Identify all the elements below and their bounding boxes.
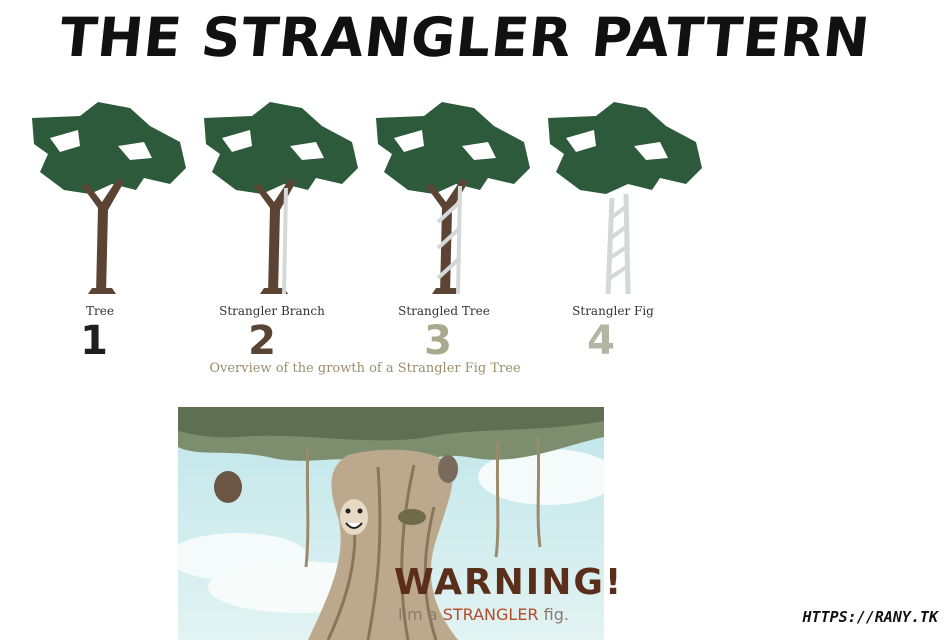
warning-heading: WARNING! xyxy=(394,562,624,603)
warning-subtitle: I'm a STRANGLER fig. xyxy=(398,605,569,624)
page-title: THE STRANGLER PATTERN xyxy=(56,6,874,69)
warning-subtitle-prefix: I'm a xyxy=(398,605,443,624)
stage-4-label: Strangler Fig xyxy=(572,304,654,318)
tree-stage-4-illustration xyxy=(548,102,702,295)
tree-stage-1-illustration xyxy=(32,102,186,294)
warning-subtitle-highlight: STRANGLER xyxy=(442,605,539,624)
figure-caption: Overview of the growth of a Strangler Fi… xyxy=(209,361,521,376)
source-url-link[interactable]: HTTPS://RANY.TK xyxy=(803,608,938,626)
tree-stage-2-illustration xyxy=(204,102,358,294)
stage-1-label: Tree xyxy=(86,304,114,318)
tree-stage-3-illustration xyxy=(376,102,530,294)
stage-1-number: 1 xyxy=(80,318,108,364)
warning-subtitle-suffix: fig. xyxy=(538,605,569,624)
stage-2-number: 2 xyxy=(248,318,276,364)
stage-3-number: 3 xyxy=(424,318,452,364)
stage-3-label: Strangled Tree xyxy=(398,304,490,318)
stage-4-number: 4 xyxy=(587,318,615,364)
stage-2-label: Strangler Branch xyxy=(219,304,325,318)
tree-stages-illustration xyxy=(20,98,710,298)
